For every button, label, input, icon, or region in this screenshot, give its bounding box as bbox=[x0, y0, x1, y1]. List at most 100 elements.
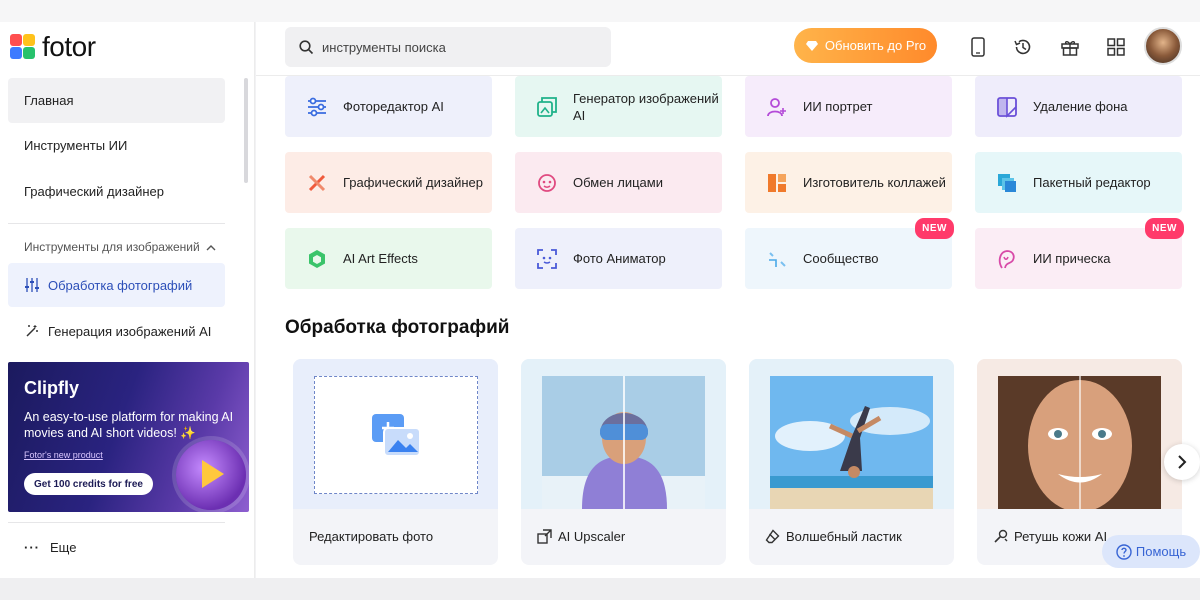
magic-wand-icon bbox=[26, 325, 38, 337]
tool-card-community[interactable]: Сообщество NEW bbox=[745, 218, 954, 289]
face-swap-icon bbox=[535, 171, 559, 195]
tool-card-background-remover[interactable]: Удаление фона bbox=[975, 76, 1182, 137]
tool-label: Удаление фона bbox=[1033, 99, 1128, 114]
diamond-icon bbox=[805, 40, 818, 51]
collage-icon bbox=[765, 171, 789, 195]
sidebar-item-label: Обработка фотографий bbox=[48, 277, 193, 293]
upscaler-skier-image bbox=[542, 376, 705, 509]
photo-card-ai-upscaler[interactable]: AI Upscaler bbox=[521, 359, 726, 565]
upscale-icon bbox=[537, 529, 552, 544]
logo-text: fotor bbox=[42, 31, 96, 62]
upload-dropzone[interactable] bbox=[314, 376, 478, 494]
clipfly-promo-banner[interactable]: Clipfly An easy-to-use platform for maki… bbox=[8, 362, 249, 512]
search-icon bbox=[299, 39, 314, 54]
image-tools-section-toggle[interactable]: Инструменты для изображений bbox=[24, 240, 216, 254]
batch-icon bbox=[995, 171, 1019, 195]
more-label: Еще bbox=[50, 540, 77, 555]
more-dots-icon: ··· bbox=[24, 540, 40, 555]
tool-label: AI Art Effects bbox=[343, 251, 418, 266]
chevron-up-icon bbox=[206, 244, 216, 250]
fotor-logo[interactable]: fotor bbox=[10, 31, 96, 62]
sidebar-item-ai-tools[interactable]: Инструменты ИИ bbox=[8, 123, 225, 168]
portrait-icon bbox=[765, 95, 789, 119]
tool-label: Пакетный редактор bbox=[1033, 175, 1151, 190]
upgrade-pro-button[interactable]: Обновить до Pro bbox=[794, 28, 937, 63]
tool-label: Обмен лицами bbox=[573, 175, 663, 190]
photo-card-label-text: AI Upscaler bbox=[558, 529, 626, 544]
user-avatar[interactable] bbox=[1144, 27, 1182, 65]
search-input[interactable] bbox=[322, 39, 592, 55]
photo-card-label: Редактировать фото bbox=[309, 529, 433, 544]
tool-label: Графический дизайнер bbox=[343, 175, 483, 190]
skin-retouch-face-image bbox=[998, 376, 1161, 509]
sidebar-item-label: Генерация изображений AI bbox=[48, 323, 212, 339]
tool-card-ai-hairstyle[interactable]: ИИ прическа NEW bbox=[975, 218, 1184, 289]
tool-label: Сообщество bbox=[803, 251, 879, 266]
photo-card-label-text: Ретушь кожи AI bbox=[1014, 529, 1108, 544]
sidebar: fotor Главная Инструменты ИИ Графический… bbox=[0, 22, 255, 578]
image-generator-icon bbox=[535, 95, 559, 119]
play-coin-icon bbox=[176, 440, 246, 510]
help-icon bbox=[1116, 543, 1132, 560]
section-label: Инструменты для изображений bbox=[24, 240, 200, 254]
tool-label: Фото Аниматор bbox=[573, 251, 666, 266]
upgrade-pro-label: Обновить до Pro bbox=[824, 38, 927, 53]
sidebar-item-home[interactable]: Главная bbox=[8, 78, 225, 123]
main-content: Фоторедактор AI Генератор изображений AI… bbox=[256, 76, 1200, 578]
sidebar-item-label: Инструменты ИИ bbox=[24, 138, 128, 153]
help-label: Помощь bbox=[1135, 544, 1187, 559]
skin-retouch-icon bbox=[994, 529, 1008, 543]
bottom-strip bbox=[0, 578, 1200, 600]
eraser-icon bbox=[765, 529, 780, 544]
sidebar-item-ai-image-generation[interactable]: Генерация изображений AI bbox=[8, 309, 225, 353]
tool-card-photo-animator[interactable]: Фото Аниматор bbox=[515, 228, 722, 289]
tool-label: ИИ прическа bbox=[1033, 251, 1111, 266]
promo-description: An easy-to-use platform for making AI mo… bbox=[24, 410, 234, 440]
photo-card-magic-eraser[interactable]: Волшебный ластик bbox=[749, 359, 954, 565]
tool-card-ai-image-generator[interactable]: Генератор изображений AI bbox=[515, 76, 722, 137]
tool-label: Изготовитель коллажей bbox=[803, 175, 946, 190]
photo-card-label: Ретушь кожи AI bbox=[993, 529, 1107, 544]
sidebar-item-graphic-designer[interactable]: Графический дизайнер bbox=[8, 169, 225, 214]
sliders-icon bbox=[305, 95, 329, 119]
tool-card-ai-portrait[interactable]: ИИ портрет bbox=[745, 76, 952, 137]
community-icon bbox=[765, 247, 789, 271]
promo-credits-button[interactable]: Get 100 credits for free bbox=[24, 473, 153, 495]
photo-card-label: Волшебный ластик bbox=[765, 529, 902, 544]
design-tools-icon bbox=[305, 171, 329, 195]
help-button[interactable]: Помощь bbox=[1102, 535, 1200, 568]
tool-card-graphic-designer[interactable]: Графический дизайнер bbox=[285, 152, 492, 213]
sidebar-item-label: Графический дизайнер bbox=[24, 184, 164, 199]
sidebar-divider bbox=[8, 223, 225, 224]
tool-card-photo-editor[interactable]: Фоторедактор AI bbox=[285, 76, 492, 137]
promo-link[interactable]: Fotor's new product bbox=[24, 450, 103, 460]
new-badge: NEW bbox=[915, 218, 954, 239]
section-title: Обработка фотографий bbox=[285, 317, 510, 338]
tool-label: Фоторедактор AI bbox=[343, 99, 444, 114]
top-strip bbox=[0, 0, 1200, 22]
gift-icon[interactable] bbox=[1059, 36, 1081, 58]
tool-label: Генератор изображений AI bbox=[573, 90, 719, 123]
tool-card-face-swap[interactable]: Обмен лицами bbox=[515, 152, 722, 213]
fotor-logo-icon bbox=[10, 34, 36, 60]
hairstyle-icon bbox=[995, 247, 1019, 271]
sidebar-more-button[interactable]: ··· Еще bbox=[24, 540, 76, 555]
photo-card-label-text: Волшебный ластик bbox=[786, 529, 902, 544]
history-icon[interactable] bbox=[1012, 36, 1034, 58]
sidebar-item-photo-editing[interactable]: Обработка фотографий bbox=[8, 263, 225, 307]
mobile-app-icon[interactable] bbox=[967, 36, 989, 58]
tool-card-collage-maker[interactable]: Изготовитель коллажей bbox=[745, 152, 952, 213]
apps-grid-icon[interactable] bbox=[1105, 36, 1127, 58]
background-remove-icon bbox=[995, 95, 1019, 119]
tool-card-ai-art-effects[interactable]: AI Art Effects bbox=[285, 228, 492, 289]
eraser-jumper-image bbox=[770, 376, 933, 509]
photo-card-edit-photo[interactable]: Редактировать фото bbox=[293, 359, 498, 565]
chevron-right-icon bbox=[1178, 455, 1187, 469]
sidebar-item-label: Главная bbox=[24, 93, 74, 108]
new-badge: NEW bbox=[1145, 218, 1184, 239]
carousel-next-button[interactable] bbox=[1164, 444, 1200, 480]
search-bar[interactable] bbox=[285, 27, 611, 67]
sidebar-scrollbar[interactable] bbox=[244, 78, 248, 183]
tool-card-batch-editor[interactable]: Пакетный редактор bbox=[975, 152, 1182, 213]
photo-card-label: AI Upscaler bbox=[537, 529, 625, 544]
